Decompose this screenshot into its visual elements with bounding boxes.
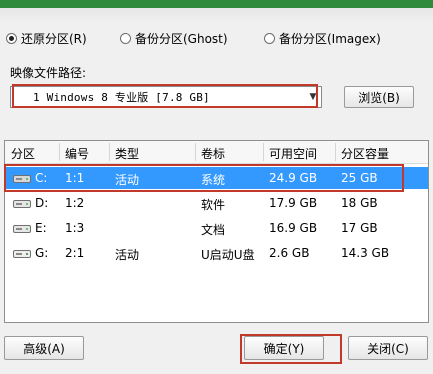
cell-free-space: 17.9 GB [269,196,318,210]
close-button[interactable]: 关闭(C) [348,336,428,360]
browse-button[interactable]: 浏览(B) [344,86,414,108]
table-row[interactable]: E: 1:3 文档 16.9 GB 17 GB [5,217,428,239]
radio-backup-imagex-label: 备份分区(Imagex) [279,32,381,46]
image-file-select[interactable]: 1 Windows 8 专业版 [7.8 GB] ▼ [10,86,322,108]
advanced-button-label: 高级(A) [23,341,65,356]
radio-restore-indicator[interactable] [6,33,17,44]
radio-backup-imagex-indicator[interactable] [264,33,275,44]
col-divider [195,143,196,161]
ok-button[interactable]: 确定(Y) [244,336,324,360]
cell-label: 系统 [201,173,226,187]
cell-capacity: 17 GB [341,221,378,235]
cell-capacity: 18 GB [341,196,378,210]
table-row[interactable]: C: 1:1 活动 系统 24.9 GB 25 GB [5,167,428,189]
col-label[interactable]: 卷标 [201,145,225,162]
cell-free-space: 2.6 GB [269,246,310,260]
chevron-down-icon[interactable]: ▼ [305,87,321,107]
drive-icon [13,200,31,208]
image-path-label: 映像文件路径: [10,66,87,80]
table-row[interactable]: D: 1:2 软件 17.9 GB 18 GB [5,192,428,214]
col-divider [109,143,110,161]
window-top-strip [0,0,433,8]
radio-backup-ghost[interactable]: 备份分区(Ghost) [120,30,228,47]
cell-number: 2:1 [65,246,85,260]
mode-radio-group: 还原分区(R) 备份分区(Ghost) 备份分区(Imagex) [0,30,433,48]
cell-label: 文档 [201,223,226,237]
cell-capacity: 14.3 GB [341,246,390,260]
radio-backup-ghost-indicator[interactable] [120,33,131,44]
cell-label: 软件 [201,198,226,212]
advanced-button[interactable]: 高级(A) [4,336,84,360]
cell-drive: E: [35,221,47,235]
radio-restore-label: 还原分区(R) [21,32,87,46]
table-header: 分区 编号 类型 卷标 可用空间 分区容量 [5,141,428,164]
cell-label: U启动U盘 [201,248,255,262]
image-file-select-value: 1 Windows 8 专业版 [7.8 GB] [33,91,210,104]
col-number[interactable]: 编号 [65,145,89,162]
col-divider [263,143,264,161]
cell-free-space: 16.9 GB [269,221,318,235]
usb-drive-icon [13,250,31,258]
col-partition[interactable]: 分区 [11,145,35,162]
radio-backup-imagex[interactable]: 备份分区(Imagex) [264,30,381,47]
partition-table: 分区 编号 类型 卷标 可用空间 分区容量 C: 1:1 活动 系统 24.9 … [4,140,429,323]
close-button-label: 关闭(C) [367,341,409,356]
ok-button-label: 确定(Y) [263,341,305,356]
cell-number: 1:3 [65,221,85,235]
cell-drive: C: [35,171,48,185]
col-divider [335,143,336,161]
cell-number: 1:1 [65,171,85,185]
col-capacity[interactable]: 分区容量 [341,145,389,162]
cell-capacity: 25 GB [341,171,378,185]
window-header-band [0,8,433,24]
radio-restore[interactable]: 还原分区(R) [6,30,87,47]
col-divider [59,143,60,161]
drive-icon [13,225,31,233]
table-row[interactable]: G: 2:1 活动 U启动U盘 2.6 GB 14.3 GB [5,242,428,264]
drive-icon [13,175,31,183]
cell-drive: G: [35,246,49,260]
cell-type: 活动 [115,248,140,262]
radio-backup-ghost-label: 备份分区(Ghost) [135,32,228,46]
cell-free-space: 24.9 GB [269,171,318,185]
col-type[interactable]: 类型 [115,145,139,162]
browse-button-label: 浏览(B) [358,90,400,105]
col-free-space[interactable]: 可用空间 [269,145,317,162]
cell-number: 1:2 [65,196,85,210]
cell-type: 活动 [115,173,140,187]
cell-drive: D: [35,196,49,210]
